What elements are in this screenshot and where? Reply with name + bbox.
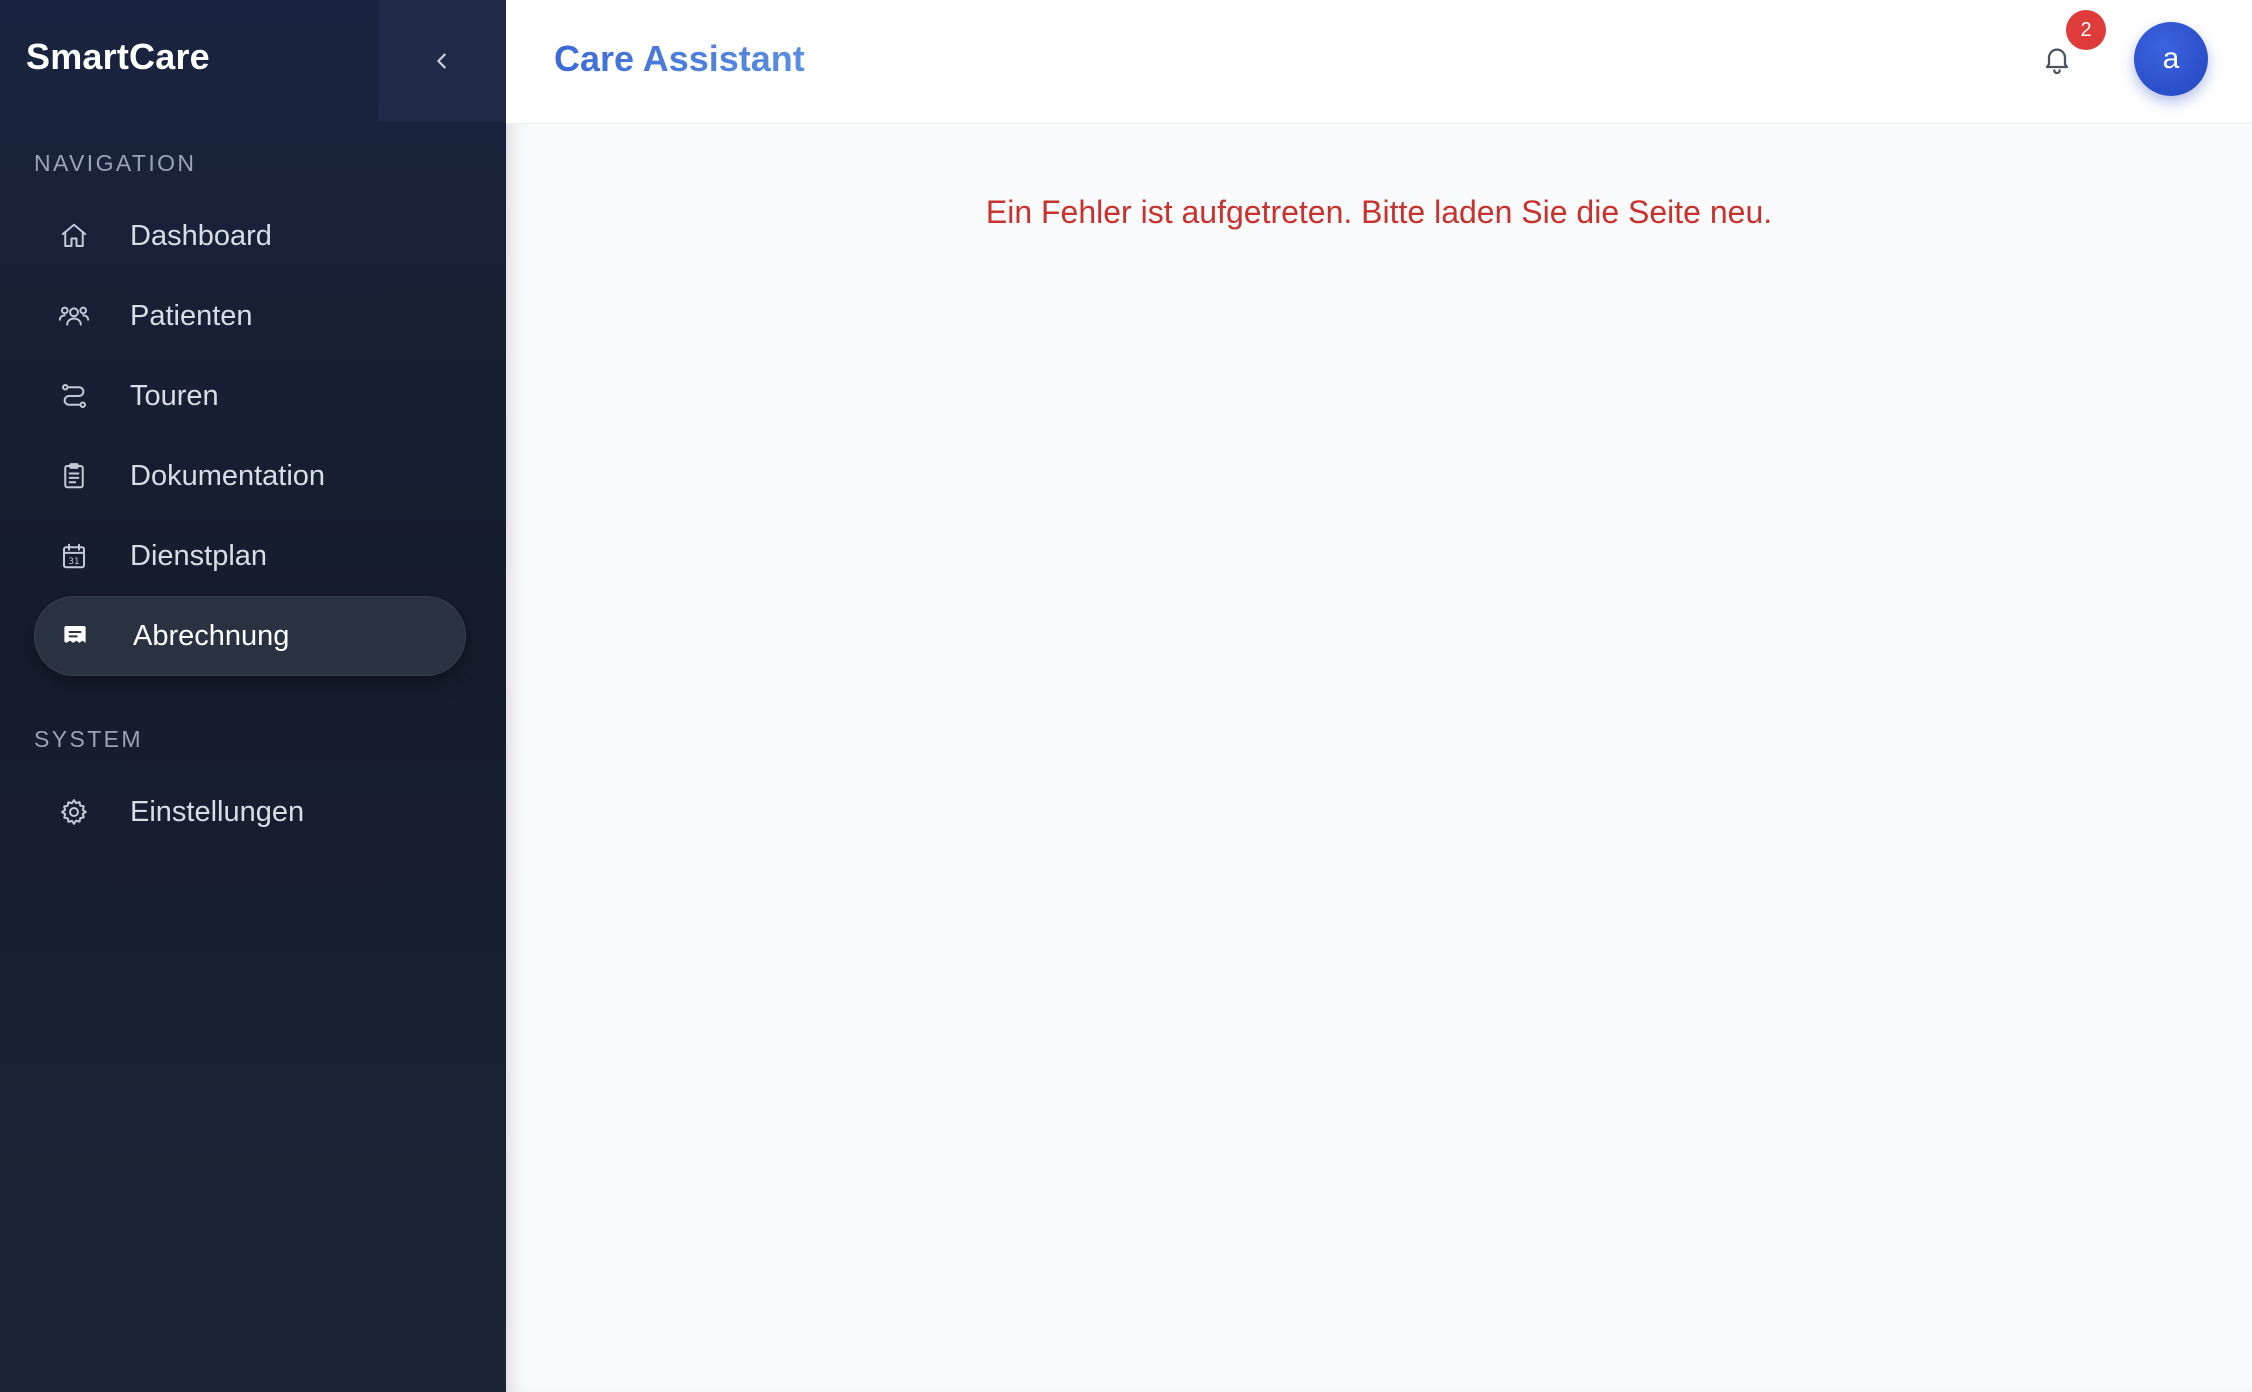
sidebar-item-abrechnung[interactable]: Abrechnung (34, 596, 466, 676)
top-bar: Care Assistant 2 a (506, 0, 2252, 124)
sidebar-item-dokumentation[interactable]: Dokumentation (34, 436, 466, 516)
navigation-section-heading: NAVIGATION (34, 150, 197, 176)
bell-icon (2045, 48, 2069, 75)
route-icon (57, 379, 91, 413)
sidebar-item-label: Dokumentation (130, 459, 326, 492)
sidebar-item-label: Abrechnung (133, 619, 290, 652)
chevron-left-icon (437, 53, 446, 69)
system-section-heading: SYSTEM (34, 726, 143, 752)
sidebar-item-label: Einstellungen (130, 795, 305, 828)
gear-icon (57, 795, 91, 829)
users-icon (57, 299, 91, 333)
brand-logo-text: SmartCare (26, 36, 210, 77)
app-root: SmartCare NAVIGATION Dashboard Patienten (0, 0, 2252, 1392)
notification-count-badge: 2 (2066, 10, 2106, 50)
sidebar-item-label: Patienten (130, 299, 253, 332)
calendar-icon: 31 (57, 539, 91, 573)
sidebar-item-label: Dienstplan (130, 539, 268, 572)
main-content: Care Assistant 2 a Ein Fehler ist aufget… (506, 0, 2252, 1392)
sidebar-item-label: Touren (130, 379, 219, 412)
error-message: Ein Fehler ist aufgetreten. Bitte laden … (985, 194, 1773, 230)
svg-text:31: 31 (68, 557, 79, 567)
sidebar-item-dienstplan[interactable]: 31 Dienstplan (34, 516, 466, 596)
sidebar-item-touren[interactable]: Touren (34, 356, 466, 436)
sidebar-item-einstellungen[interactable]: Einstellungen (34, 772, 466, 852)
sidebar-item-patienten[interactable]: Patienten (34, 276, 466, 356)
sidebar: SmartCare NAVIGATION Dashboard Patienten (0, 0, 506, 1392)
sidebar-header: SmartCare (0, 0, 506, 122)
sidebar-item-dashboard[interactable]: Dashboard (34, 196, 466, 276)
sidebar-item-label: Dashboard (130, 219, 272, 252)
collapse-sidebar-button[interactable] (378, 0, 506, 122)
page-title: Care Assistant (554, 38, 805, 79)
invoice-icon (58, 619, 92, 653)
user-avatar[interactable]: a (2134, 22, 2208, 96)
home-icon (57, 219, 91, 253)
clipboard-icon (57, 459, 91, 493)
